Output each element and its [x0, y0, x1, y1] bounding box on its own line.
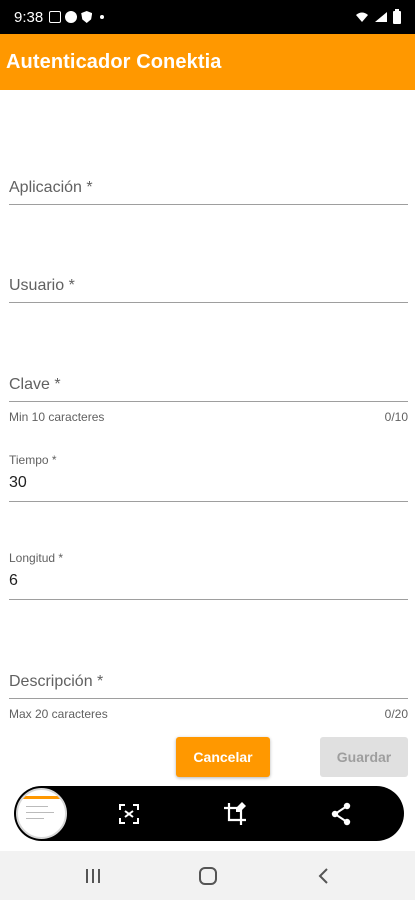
battery-icon — [393, 8, 401, 24]
descripcion-label: Descripción * — [9, 673, 104, 690]
screenshot-toolbar — [14, 786, 404, 841]
signal-icon — [375, 12, 387, 22]
longitud-label: Longitud * — [9, 551, 64, 565]
cancel-button[interactable]: Cancelar — [176, 737, 270, 777]
descripcion-field[interactable]: Descripción * — [9, 664, 408, 702]
notification-icons — [49, 11, 105, 23]
home-icon[interactable] — [198, 867, 218, 885]
descripcion-helper-text: Max 20 caracteres — [9, 707, 108, 721]
image-notification-icon — [49, 11, 62, 23]
clave-underline — [9, 401, 408, 402]
aplicacion-field[interactable]: Aplicación * — [9, 170, 408, 208]
usuario-label: Usuario * — [9, 277, 75, 294]
status-time: 9:38 — [14, 8, 44, 26]
recents-icon[interactable] — [84, 867, 102, 885]
clave-char-counter: 0/10 — [384, 410, 408, 424]
descripcion-char-counter: 0/20 — [384, 707, 408, 721]
tiempo-value: 30 — [9, 474, 27, 491]
save-button[interactable]: Guardar — [320, 737, 408, 777]
app-notification-icon — [65, 11, 78, 23]
status-bar: 9:38 — [0, 0, 415, 34]
share-icon[interactable] — [327, 800, 355, 828]
back-icon[interactable] — [316, 867, 332, 885]
thumbnail-line — [26, 812, 54, 813]
longitud-field[interactable]: Longitud * 6 — [9, 550, 408, 600]
navigation-bar — [0, 851, 415, 900]
usuario-underline — [9, 302, 408, 303]
tiempo-underline — [9, 501, 408, 502]
app-title: Autenticador Conektia — [6, 50, 222, 73]
thumbnail-header — [18, 796, 65, 799]
screenshot-thumbnail[interactable] — [16, 788, 67, 839]
wifi-icon — [356, 12, 368, 22]
aplicacion-underline — [9, 204, 408, 205]
descripcion-helper-row: Max 20 caracteres 0/20 — [9, 707, 408, 721]
shield-icon — [81, 11, 93, 23]
more-notifications-icon — [100, 15, 105, 19]
crop-edit-icon[interactable] — [221, 800, 249, 828]
clave-helper-row: Min 10 caracteres 0/10 — [9, 410, 408, 424]
longitud-value: 6 — [9, 572, 18, 589]
app-bar: Autenticador Conektia — [0, 34, 415, 90]
system-status-icons — [355, 8, 401, 24]
thumbnail-line — [26, 806, 48, 807]
longitud-underline — [9, 599, 408, 600]
scan-text-icon[interactable] — [115, 800, 143, 828]
tiempo-label: Tiempo * — [9, 453, 57, 467]
aplicacion-label: Aplicación * — [9, 179, 93, 196]
clave-label: Clave * — [9, 376, 61, 393]
usuario-field[interactable]: Usuario * — [9, 268, 408, 306]
tiempo-field[interactable]: Tiempo * 30 — [9, 452, 408, 502]
thumbnail-line — [26, 818, 44, 819]
descripcion-underline — [9, 698, 408, 699]
clave-helper-text: Min 10 caracteres — [9, 410, 105, 424]
clave-field[interactable]: Clave * — [9, 367, 408, 405]
